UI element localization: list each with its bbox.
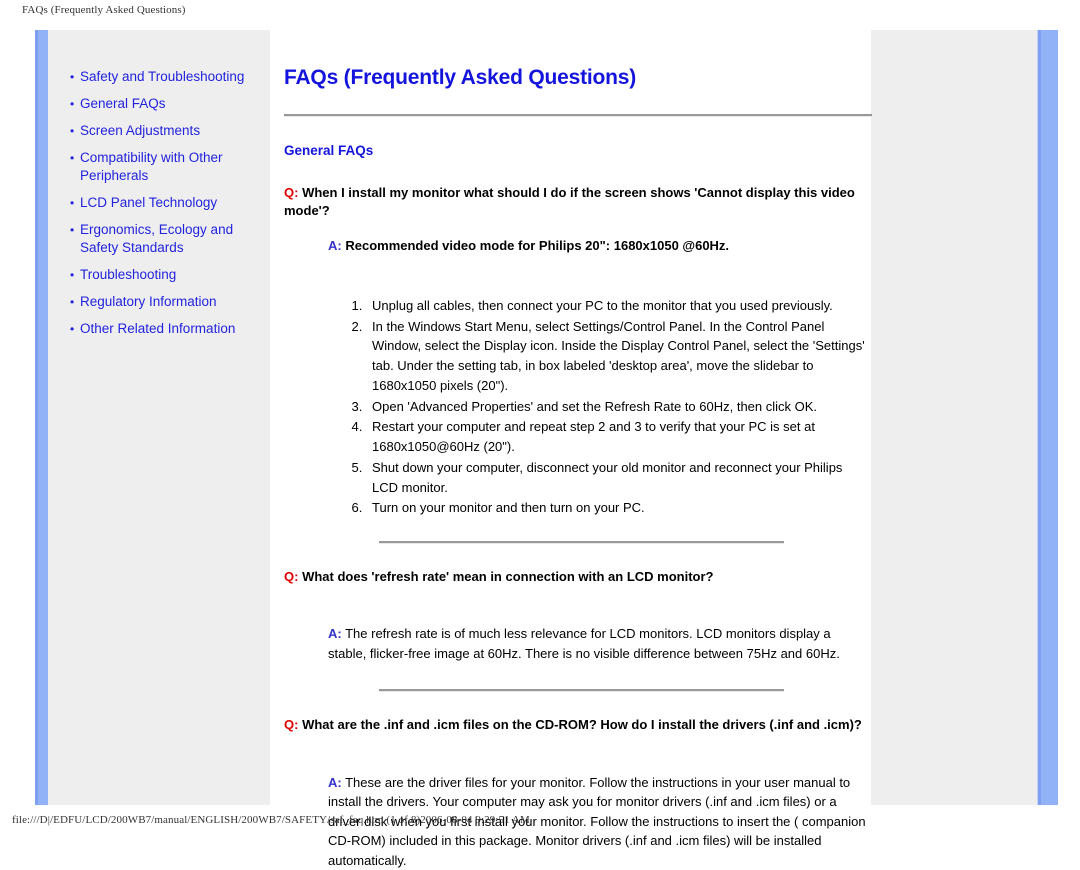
sidebar-item-regulatory-information[interactable]: • Regulatory Information — [70, 293, 270, 311]
page-frame: • Safety and Troubleshooting • General F… — [22, 22, 1058, 868]
a-label: A: — [328, 774, 342, 790]
list-item: Shut down your computer, disconnect your… — [366, 458, 872, 498]
sidebar-item-label: Regulatory Information — [80, 294, 217, 309]
sidebar-navigation: • Safety and Troubleshooting • General F… — [70, 68, 270, 347]
right-accent-bar-edge — [1038, 30, 1041, 805]
faq-answer-text: The refresh rate is of much less relevan… — [328, 626, 840, 661]
faq-question-text: What are the .inf and .icm files on the … — [302, 717, 862, 733]
bullet-icon: • — [70, 223, 75, 237]
bullet-icon: • — [70, 268, 75, 282]
bullet-icon: • — [70, 124, 75, 138]
faq-question-text: When I install my monitor what should I … — [284, 185, 855, 219]
list-item: Turn on your monitor and then turn on yo… — [366, 498, 872, 518]
sidebar-item-safety-and-troubleshooting[interactable]: • Safety and Troubleshooting — [70, 68, 270, 86]
sidebar-accent-bar-edge — [35, 30, 38, 805]
list-item: Restart your computer and repeat step 2 … — [366, 417, 872, 457]
sidebar-item-label: Troubleshooting — [80, 267, 177, 282]
print-footer-path: file:///D|/EDFU/LCD/200WB7/manual/ENGLIS… — [12, 814, 530, 826]
sidebar-item-troubleshooting[interactable]: • Troubleshooting — [70, 266, 270, 284]
faq-question-text: What does 'refresh rate' mean in connect… — [302, 569, 714, 584]
bullet-icon: • — [70, 295, 75, 309]
section-heading-general-faqs: General FAQs — [284, 143, 374, 158]
sidebar-item-screen-adjustments[interactable]: • Screen Adjustments — [70, 122, 270, 140]
faq-question-2: Q: What does 'refresh rate' mean in conn… — [284, 568, 872, 586]
sidebar-item-general-faqs[interactable]: • General FAQs — [70, 95, 270, 113]
q-label: Q: — [284, 569, 299, 584]
right-accent-bar — [1038, 30, 1058, 805]
sidebar-item-other-related-information[interactable]: • Other Related Information — [70, 320, 270, 338]
sidebar-item-label: Safety and Troubleshooting — [80, 69, 245, 84]
faq-answer-text: Recommended video mode for Philips 20": … — [345, 237, 730, 253]
sidebar-item-label: Other Related Information — [80, 321, 236, 336]
a-label: A: — [328, 626, 342, 642]
sidebar-item-label: Ergonomics, Ecology and Safety Standards — [80, 222, 234, 255]
bullet-icon: • — [70, 151, 75, 165]
q-label: Q: — [284, 185, 299, 200]
bullet-icon: • — [70, 196, 75, 210]
sidebar-item-label: Compatibility with Other Peripherals — [80, 150, 223, 183]
faq-question-3: Q: What are the .inf and .icm files on t… — [284, 716, 872, 734]
sidebar-item-lcd-panel-technology[interactable]: • LCD Panel Technology — [70, 194, 270, 212]
sidebar-item-label: LCD Panel Technology — [80, 195, 218, 210]
title-divider — [284, 114, 872, 117]
list-item: In the Windows Start Menu, select Settin… — [366, 317, 872, 396]
list-item: Open 'Advanced Properties' and set the R… — [366, 397, 872, 417]
a-label: A: — [328, 237, 342, 253]
bullet-icon: • — [70, 322, 75, 336]
bullet-icon: • — [70, 97, 75, 111]
main-content: FAQs (Frequently Asked Questions) Genera… — [284, 66, 872, 870]
sidebar-item-label: General FAQs — [80, 96, 166, 111]
faq-question-1: Q: When I install my monitor what should… — [284, 184, 872, 221]
print-header-title: FAQs (Frequently Asked Questions) — [22, 4, 186, 16]
list-item: Unplug all cables, then connect your PC … — [366, 296, 872, 316]
q-label: Q: — [284, 717, 299, 733]
faq-answer-2: A: The refresh rate is of much less rele… — [284, 624, 872, 663]
sidebar-item-compatibility-with-other-peripherals[interactable]: • Compatibility with Other Peripherals — [70, 149, 270, 185]
faq-answer-1: A: Recommended video mode for Philips 20… — [284, 237, 872, 256]
sidebar-item-ergonomics-ecology-and-safety-standards[interactable]: • Ergonomics, Ecology and Safety Standar… — [70, 221, 270, 257]
faq-steps-list: Unplug all cables, then connect your PC … — [284, 296, 872, 518]
sidebar-accent-bar — [35, 30, 49, 805]
bullet-icon: • — [70, 70, 75, 84]
right-panel — [871, 30, 1038, 805]
page-title: FAQs (Frequently Asked Questions) — [284, 66, 637, 89]
sidebar-item-label: Screen Adjustments — [80, 123, 201, 138]
